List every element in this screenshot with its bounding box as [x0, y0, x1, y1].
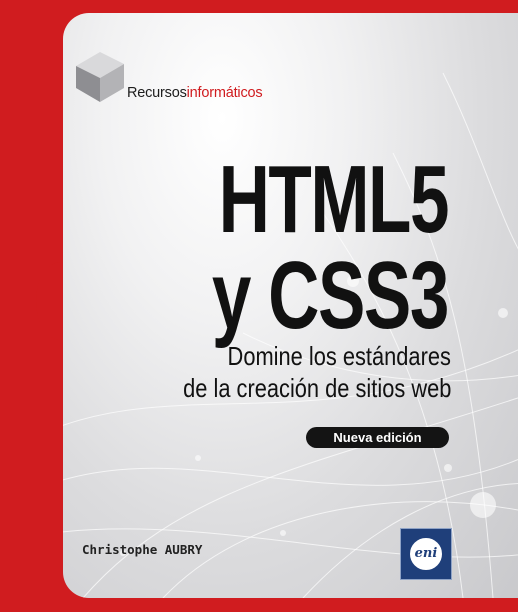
eni-logo-circle: eni [410, 538, 442, 570]
subtitle-line2: de la creación de sitios web [182, 373, 451, 403]
book-title-line1: HTML5 [218, 146, 450, 253]
eni-logo: eni [400, 528, 452, 580]
book-cover: Recursosinformáticos HTML5 y CSS3 Domine… [0, 0, 518, 612]
eni-logo-text: eni [414, 546, 438, 561]
edition-badge: Nueva edición [306, 427, 449, 448]
author-name: Christophe AUBRY [82, 542, 203, 557]
subtitle-line1: Domine los estándares [227, 341, 451, 371]
series-name: Recursosinformáticos [127, 85, 263, 101]
book-title-line2: y CSS3 [212, 242, 449, 349]
series-name-part1: Recursos [127, 85, 187, 101]
series-name-part2: informáticos [186, 85, 263, 101]
cube-icon [76, 52, 124, 102]
